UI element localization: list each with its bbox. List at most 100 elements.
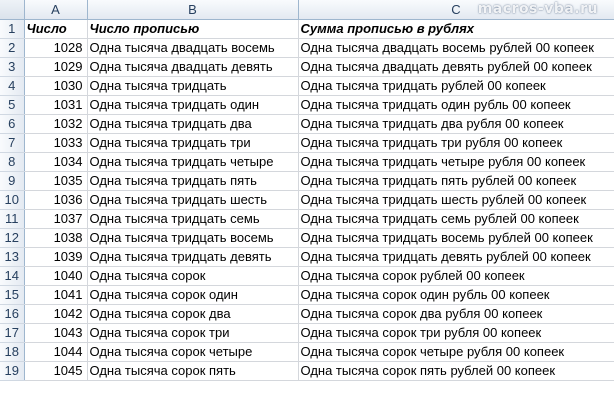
cell-number[interactable]: 1042 — [24, 304, 88, 324]
table-row: 6 1032 Одна тысяча тридцать два Одна тысяча… — [0, 114, 614, 134]
cell-number[interactable]: 1031 — [24, 95, 88, 115]
row-header[interactable]: 13 — [0, 247, 25, 267]
header-data-row: 1 Число Число прописью Сумма прописью в … — [0, 19, 614, 39]
cell-number-in-words[interactable]: Одна тысяча тридцать пять — [87, 171, 299, 191]
cell-sum-in-words[interactable]: Одна тысяча сорок два рубля 00 копеек — [298, 304, 614, 324]
cell-number-in-words[interactable]: Одна тысяча тридцать семь — [87, 209, 299, 229]
row-header[interactable]: 3 — [0, 57, 25, 77]
row-header[interactable]: 1 — [0, 19, 25, 39]
table-row: 17 1043 Одна тысяча сорок три Одна тысяча с… — [0, 323, 614, 343]
row-header[interactable]: 8 — [0, 152, 25, 172]
cell-number[interactable]: 1039 — [24, 247, 88, 267]
cell-sum-in-words[interactable]: Одна тысяча тридцать пять рублей 00 копе… — [298, 171, 614, 191]
cell-number-in-words[interactable]: Одна тысяча тридцать шесть — [87, 190, 299, 210]
cell-number-in-words[interactable]: Одна тысяча двадцать восемь — [87, 38, 299, 58]
cell-number[interactable]: 1030 — [24, 76, 88, 96]
cell-number-in-words[interactable]: Одна тысяча сорок три — [87, 323, 299, 343]
cell-number[interactable]: 1035 — [24, 171, 88, 191]
row-header[interactable]: 5 — [0, 95, 25, 115]
cell-sum-in-words[interactable]: Одна тысяча сорок три рубля 00 копеек — [298, 323, 614, 343]
cell-number[interactable]: 1044 — [24, 342, 88, 362]
table-row: 11 1037 Одна тысяча тридцать семь Одна тыся… — [0, 209, 614, 229]
cell-number-in-words[interactable]: Одна тысяча тридцать один — [87, 95, 299, 115]
table-row: 14 1040 Одна тысяча сорок Одна тысяча сорок… — [0, 266, 614, 286]
row-header[interactable]: 10 — [0, 190, 25, 210]
cell-sum-in-words[interactable]: Одна тысяча тридцать один рубль 00 копее… — [298, 95, 614, 115]
cell-number[interactable]: 1036 — [24, 190, 88, 210]
column-header-a[interactable]: A — [24, 0, 88, 20]
row-header[interactable]: 6 — [0, 114, 25, 134]
row-header[interactable]: 14 — [0, 266, 25, 286]
table-row: 16 1042 Одна тысяча сорок два Одна тысяча с… — [0, 304, 614, 324]
table-row: 3 1029 Одна тысяча двадцать девять Одна тыс… — [0, 57, 614, 77]
table-row: 13 1039 Одна тысяча тридцать девять Одна ты… — [0, 247, 614, 267]
cell-number[interactable]: 1041 — [24, 285, 88, 305]
table-row: 7 1033 Одна тысяча тридцать три Одна тысяча… — [0, 133, 614, 153]
cell-number-in-words[interactable]: Одна тысяча сорок два — [87, 304, 299, 324]
table-row: 10 1036 Одна тысяча тридцать шесть Одна тыс… — [0, 190, 614, 210]
table-row: 8 1034 Одна тысяча тридцать четыре Одна тыс… — [0, 152, 614, 172]
cell-number[interactable]: 1028 — [24, 38, 88, 58]
cell-number-in-words[interactable]: Одна тысяча тридцать два — [87, 114, 299, 134]
cell-number[interactable]: 1032 — [24, 114, 88, 134]
cell-number[interactable]: 1038 — [24, 228, 88, 248]
cell-number[interactable]: 1040 — [24, 266, 88, 286]
cell-sum-in-words[interactable]: Одна тысяча двадцать девять рублей 00 ко… — [298, 57, 614, 77]
row-header[interactable]: 16 — [0, 304, 25, 324]
cell-sum-in-words[interactable]: Одна тысяча двадцать восемь рублей 00 ко… — [298, 38, 614, 58]
row-header[interactable]: 11 — [0, 209, 25, 229]
cell-number[interactable]: 1045 — [24, 361, 88, 381]
row-header[interactable]: 4 — [0, 76, 25, 96]
cell-sum-in-words[interactable]: Одна тысяча тридцать девять рублей 00 ко… — [298, 247, 614, 267]
cell-sum-in-words[interactable]: Одна тысяча тридцать шесть рублей 00 коп… — [298, 190, 614, 210]
cell-sum-in-words[interactable]: Одна тысяча сорок один рубль 00 копеек — [298, 285, 614, 305]
cell-number-in-words[interactable]: Одна тысяча тридцать восемь — [87, 228, 299, 248]
cell-b1-header[interactable]: Число прописью — [87, 19, 299, 39]
cell-number[interactable]: 1029 — [24, 57, 88, 77]
cell-sum-in-words[interactable]: Одна тысяча сорок пять рублей 00 копеек — [298, 361, 614, 381]
select-all-corner[interactable] — [0, 0, 25, 20]
cell-number-in-words[interactable]: Одна тысяча сорок — [87, 266, 299, 286]
cell-number-in-words[interactable]: Одна тысяча тридцать четыре — [87, 152, 299, 172]
row-header[interactable]: 18 — [0, 342, 25, 362]
column-header-b[interactable]: B — [87, 0, 299, 20]
column-header-row: A B C — [0, 0, 614, 20]
table-row: 18 1044 Одна тысяча сорок четыре Одна тысяч… — [0, 342, 614, 362]
cell-number[interactable]: 1033 — [24, 133, 88, 153]
cell-sum-in-words[interactable]: Одна тысяча сорок рублей 00 копеек — [298, 266, 614, 286]
cell-number[interactable]: 1034 — [24, 152, 88, 172]
cell-sum-in-words[interactable]: Одна тысяча тридцать восемь рублей 00 ко… — [298, 228, 614, 248]
row-header[interactable]: 19 — [0, 361, 25, 381]
cell-number[interactable]: 1037 — [24, 209, 88, 229]
cell-sum-in-words[interactable]: Одна тысяча тридцать четыре рубля 00 коп… — [298, 152, 614, 172]
cell-number-in-words[interactable]: Одна тысяча тридцать три — [87, 133, 299, 153]
cell-number-in-words[interactable]: Одна тысяча сорок четыре — [87, 342, 299, 362]
cell-c1-header[interactable]: Сумма прописью в рублях — [298, 19, 614, 39]
row-header[interactable]: 2 — [0, 38, 25, 58]
column-header-c[interactable]: C — [298, 0, 614, 20]
cell-number[interactable]: 1043 — [24, 323, 88, 343]
row-header[interactable]: 17 — [0, 323, 25, 343]
cell-sum-in-words[interactable]: Одна тысяча сорок четыре рубля 00 копеек — [298, 342, 614, 362]
table-row: 19 1045 Одна тысяча сорок пять Одна тысяча … — [0, 361, 614, 381]
cell-number-in-words[interactable]: Одна тысяча сорок один — [87, 285, 299, 305]
cell-sum-in-words[interactable]: Одна тысяча тридцать семь рублей 00 копе… — [298, 209, 614, 229]
table-row: 9 1035 Одна тысяча тридцать пять Одна тысяч… — [0, 171, 614, 191]
cell-number-in-words[interactable]: Одна тысяча двадцать девять — [87, 57, 299, 77]
cell-number-in-words[interactable]: Одна тысяча тридцать — [87, 76, 299, 96]
row-header[interactable]: 15 — [0, 285, 25, 305]
table-row: 4 1030 Одна тысяча тридцать Одна тысяча три… — [0, 76, 614, 96]
row-header[interactable]: 7 — [0, 133, 25, 153]
table-row: 2 1028 Одна тысяча двадцать восемь Одна тыс… — [0, 38, 614, 58]
cell-number-in-words[interactable]: Одна тысяча тридцать девять — [87, 247, 299, 267]
cell-sum-in-words[interactable]: Одна тысяча тридцать два рубля 00 копеек — [298, 114, 614, 134]
cell-sum-in-words[interactable]: Одна тысяча тридцать рублей 00 копеек — [298, 76, 614, 96]
cell-sum-in-words[interactable]: Одна тысяча тридцать три рубля 00 копеек — [298, 133, 614, 153]
cell-a1-header[interactable]: Число — [24, 19, 88, 39]
table-row: 5 1031 Одна тысяча тридцать один Одна тысяч… — [0, 95, 614, 115]
table-row: 12 1038 Одна тысяча тридцать восемь Одна ты… — [0, 228, 614, 248]
row-header[interactable]: 12 — [0, 228, 25, 248]
cell-number-in-words[interactable]: Одна тысяча сорок пять — [87, 361, 299, 381]
row-header[interactable]: 9 — [0, 171, 25, 191]
table-row: 15 1041 Одна тысяча сорок один Одна тысяча … — [0, 285, 614, 305]
